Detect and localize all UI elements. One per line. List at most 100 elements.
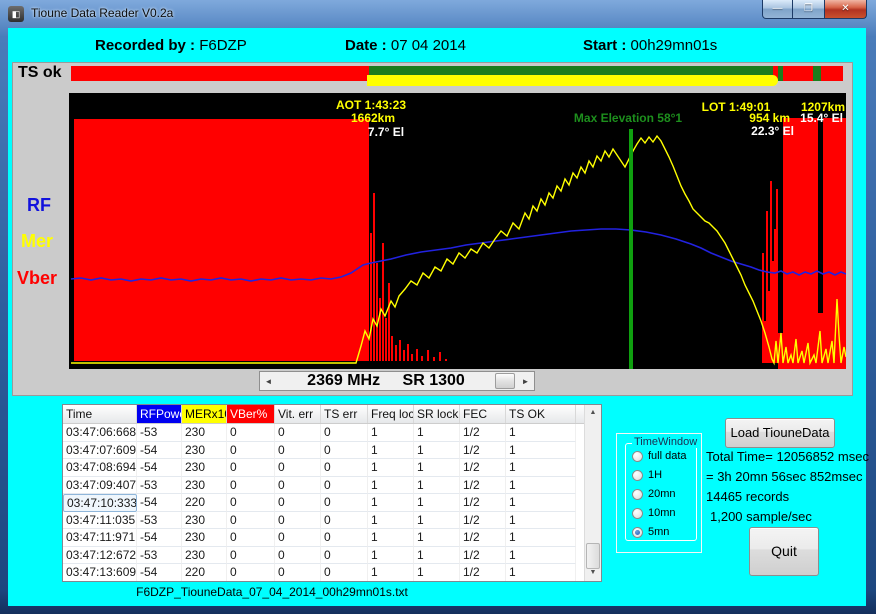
radio-option-20mn[interactable]: 20mn xyxy=(632,487,696,501)
table-cell[interactable]: -54 xyxy=(137,459,182,477)
table-cell[interactable]: 0 xyxy=(227,494,275,512)
table-cell[interactable]: 1 xyxy=(506,494,576,512)
table-cell[interactable]: 1 xyxy=(414,547,460,565)
table-cell[interactable]: 0 xyxy=(227,547,275,565)
table-cell[interactable]: 1 xyxy=(368,564,414,581)
table-cell[interactable]: 0 xyxy=(321,494,368,512)
radio-icon[interactable] xyxy=(632,470,643,481)
table-cell[interactable]: 0 xyxy=(275,564,321,581)
table-cell[interactable]: 1/2 xyxy=(460,459,506,477)
table-cell[interactable]: 0 xyxy=(275,547,321,565)
table-cell[interactable]: 03:47:08:694 xyxy=(63,459,137,477)
table-row[interactable]: 03:47:11:035-53230000111/21 xyxy=(63,512,584,530)
table-cell[interactable]: 0 xyxy=(275,442,321,460)
radio-option-1H[interactable]: 1H xyxy=(632,468,696,482)
column-header-rfpower[interactable]: RFPower xyxy=(137,405,182,423)
table-cell[interactable]: 1 xyxy=(414,442,460,460)
table-cell[interactable]: 1 xyxy=(506,424,576,442)
table-cell[interactable]: -53 xyxy=(137,512,182,530)
table-row[interactable]: 03:47:10:333-54220000111/21 xyxy=(63,494,584,512)
table-cell[interactable]: 0 xyxy=(275,459,321,477)
table-cell[interactable]: 230 xyxy=(182,442,227,460)
column-header-vber-[interactable]: VBer% xyxy=(227,405,275,423)
table-row[interactable]: 03:47:13:609-54220000111/21 xyxy=(63,564,584,581)
table-cell[interactable]: 0 xyxy=(227,564,275,581)
column-header-ts-ok[interactable]: TS OK xyxy=(506,405,576,423)
table-cell[interactable]: 1 xyxy=(368,494,414,512)
radio-icon[interactable] xyxy=(632,489,643,500)
column-header-vit-err[interactable]: Vit. err xyxy=(275,405,321,423)
table-cell[interactable]: 1 xyxy=(506,512,576,530)
table-cell[interactable]: 1 xyxy=(368,547,414,565)
table-cell[interactable]: 1 xyxy=(506,477,576,495)
table-cell[interactable]: 0 xyxy=(321,512,368,530)
table-cell[interactable]: 0 xyxy=(227,459,275,477)
table-cell[interactable]: 1 xyxy=(414,512,460,530)
table-cell[interactable]: 03:47:11:035 xyxy=(63,512,137,530)
table-cell[interactable]: 0 xyxy=(275,512,321,530)
table-cell[interactable]: 03:47:10:333 xyxy=(63,494,137,512)
table-cell[interactable]: 1 xyxy=(414,459,460,477)
table-row[interactable]: 03:47:07:609-54230000111/21 xyxy=(63,442,584,460)
table-cell[interactable]: 0 xyxy=(321,424,368,442)
table-cell[interactable]: 03:47:06:668 xyxy=(63,424,137,442)
table-cell[interactable]: 0 xyxy=(321,477,368,495)
table-cell[interactable]: 0 xyxy=(227,529,275,547)
column-header-time[interactable]: Time xyxy=(63,405,137,423)
table-cell[interactable]: 03:47:09:407 xyxy=(63,477,137,495)
table-cell[interactable]: 0 xyxy=(321,459,368,477)
table-cell[interactable]: -53 xyxy=(137,477,182,495)
table-cell[interactable]: 1 xyxy=(414,564,460,581)
radio-option-5mn[interactable]: 5mn xyxy=(632,525,696,539)
table-cell[interactable]: 230 xyxy=(182,459,227,477)
table-cell[interactable]: 230 xyxy=(182,512,227,530)
table-cell[interactable]: 1/2 xyxy=(460,564,506,581)
close-button[interactable]: ✕ xyxy=(824,0,867,19)
table-cell[interactable]: 230 xyxy=(182,477,227,495)
table-scrollbar[interactable]: ▲ ▼ xyxy=(584,405,601,581)
table-cell[interactable]: 1/2 xyxy=(460,529,506,547)
column-header-fec[interactable]: FEC xyxy=(460,405,506,423)
table-cell[interactable]: 03:47:12:672 xyxy=(63,547,137,565)
table-cell[interactable]: 0 xyxy=(275,424,321,442)
quit-button[interactable]: Quit xyxy=(749,527,819,576)
table-cell[interactable]: 1 xyxy=(414,529,460,547)
table-cell[interactable]: 1/2 xyxy=(460,477,506,495)
column-header-freq-lock[interactable]: Freq lock xyxy=(368,405,414,423)
table-row[interactable]: 03:47:06:668-53230000111/21 xyxy=(63,424,584,442)
table-cell[interactable]: 230 xyxy=(182,424,227,442)
table-cell[interactable]: 0 xyxy=(227,477,275,495)
scrollbar-down-icon[interactable]: ▼ xyxy=(585,565,601,581)
radio-icon[interactable] xyxy=(632,451,643,462)
scroll-thumb[interactable] xyxy=(495,373,515,389)
table-cell[interactable]: 1 xyxy=(506,564,576,581)
table-cell[interactable]: 0 xyxy=(321,442,368,460)
table-cell[interactable]: 1 xyxy=(368,442,414,460)
table-cell[interactable]: 0 xyxy=(275,477,321,495)
table-row[interactable]: 03:47:12:672-53230000111/21 xyxy=(63,547,584,565)
table-cell[interactable]: 230 xyxy=(182,547,227,565)
table-cell[interactable]: 1 xyxy=(506,529,576,547)
table-cell[interactable]: 220 xyxy=(182,564,227,581)
table-cell[interactable]: 1 xyxy=(368,477,414,495)
scrollbar-up-icon[interactable]: ▲ xyxy=(585,405,601,421)
table-cell[interactable]: 0 xyxy=(227,512,275,530)
table-cell[interactable]: -54 xyxy=(137,564,182,581)
table-cell[interactable]: 0 xyxy=(227,442,275,460)
radio-option-full-data[interactable]: full data xyxy=(632,449,696,463)
table-cell[interactable]: 1/2 xyxy=(460,512,506,530)
table-cell[interactable]: -54 xyxy=(137,494,182,512)
table-cell[interactable]: 1/2 xyxy=(460,424,506,442)
table-row[interactable]: 03:47:11:971-54230000111/21 xyxy=(63,529,584,547)
table-cell[interactable]: 0 xyxy=(275,529,321,547)
table-cell[interactable]: 0 xyxy=(227,424,275,442)
table-cell[interactable]: 1 xyxy=(414,494,460,512)
table-cell[interactable]: 1 xyxy=(506,547,576,565)
table-cell[interactable]: 1 xyxy=(368,529,414,547)
table-cell[interactable]: -54 xyxy=(137,442,182,460)
table-cell[interactable]: -53 xyxy=(137,424,182,442)
column-header-ts-err[interactable]: TS err xyxy=(321,405,368,423)
table-row[interactable]: 03:47:09:407-53230000111/21 xyxy=(63,477,584,495)
scroll-right-icon[interactable]: ► xyxy=(517,377,534,386)
table-cell[interactable]: 220 xyxy=(182,494,227,512)
